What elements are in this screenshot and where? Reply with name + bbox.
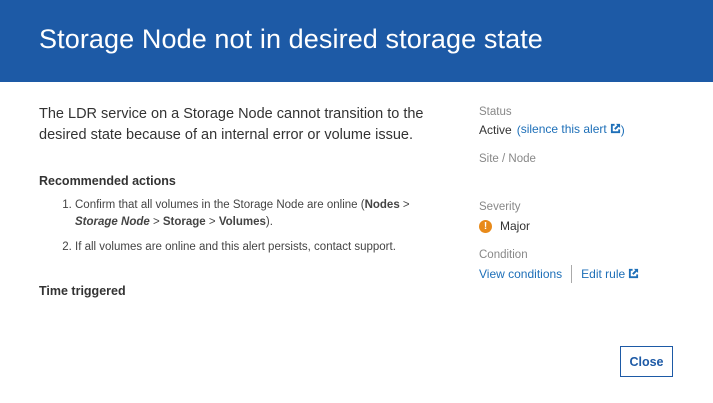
external-link-icon bbox=[610, 123, 621, 137]
time-triggered-heading: Time triggered bbox=[39, 284, 126, 298]
warning-icon: ! bbox=[479, 219, 492, 233]
nodes-term: Nodes bbox=[364, 199, 400, 211]
severity-label: Severity bbox=[479, 201, 521, 213]
silence-alert-link-text: silence this alert bbox=[520, 122, 607, 136]
silence-alert-link[interactable]: silence this alert bbox=[521, 122, 621, 137]
recommended-actions-heading: Recommended actions bbox=[39, 174, 176, 188]
external-link-icon bbox=[628, 268, 639, 282]
path-separator: > bbox=[149, 216, 163, 228]
status-value-row: Active ( silence this alert ) bbox=[479, 122, 625, 137]
action-step-1-end: ). bbox=[265, 216, 273, 228]
site-node-label: Site / Node bbox=[479, 153, 536, 165]
recommended-actions-list: Confirm that all volumes in the Storage … bbox=[39, 197, 449, 264]
action-step-1: Confirm that all volumes in the Storage … bbox=[75, 197, 449, 231]
severity-value-row: ! Major bbox=[479, 219, 530, 233]
dialog-header: Storage Node not in desired storage stat… bbox=[0, 0, 713, 82]
path-separator: > bbox=[205, 216, 219, 228]
storage-term: Storage bbox=[162, 216, 206, 228]
alert-details: The LDR service on a Storage Node cannot… bbox=[39, 104, 449, 298]
storage-node-term: Storage Node bbox=[75, 216, 150, 228]
condition-label: Condition bbox=[479, 249, 528, 261]
action-step-1-text: Confirm that all volumes in the Storage … bbox=[75, 199, 365, 211]
severity-value: Major bbox=[500, 219, 531, 233]
silence-paren-close: ) bbox=[620, 122, 625, 137]
condition-links-row: View conditions Edit rule bbox=[479, 265, 639, 283]
path-separator: > bbox=[399, 199, 410, 211]
alert-description: The LDR service on a Storage Node cannot… bbox=[39, 106, 424, 143]
close-button[interactable]: Close bbox=[620, 346, 673, 377]
status-label: Status bbox=[479, 106, 512, 118]
edit-rule-link-text: Edit rule bbox=[581, 266, 626, 281]
volumes-term: Volumes bbox=[218, 216, 266, 228]
status-value: Active bbox=[479, 122, 512, 137]
action-step-2: If all volumes are online and this alert… bbox=[75, 239, 449, 256]
view-conditions-link[interactable]: View conditions bbox=[479, 267, 562, 281]
edit-rule-link[interactable]: Edit rule bbox=[581, 267, 639, 282]
dialog-title: Storage Node not in desired storage stat… bbox=[39, 24, 543, 54]
link-divider bbox=[571, 265, 573, 283]
